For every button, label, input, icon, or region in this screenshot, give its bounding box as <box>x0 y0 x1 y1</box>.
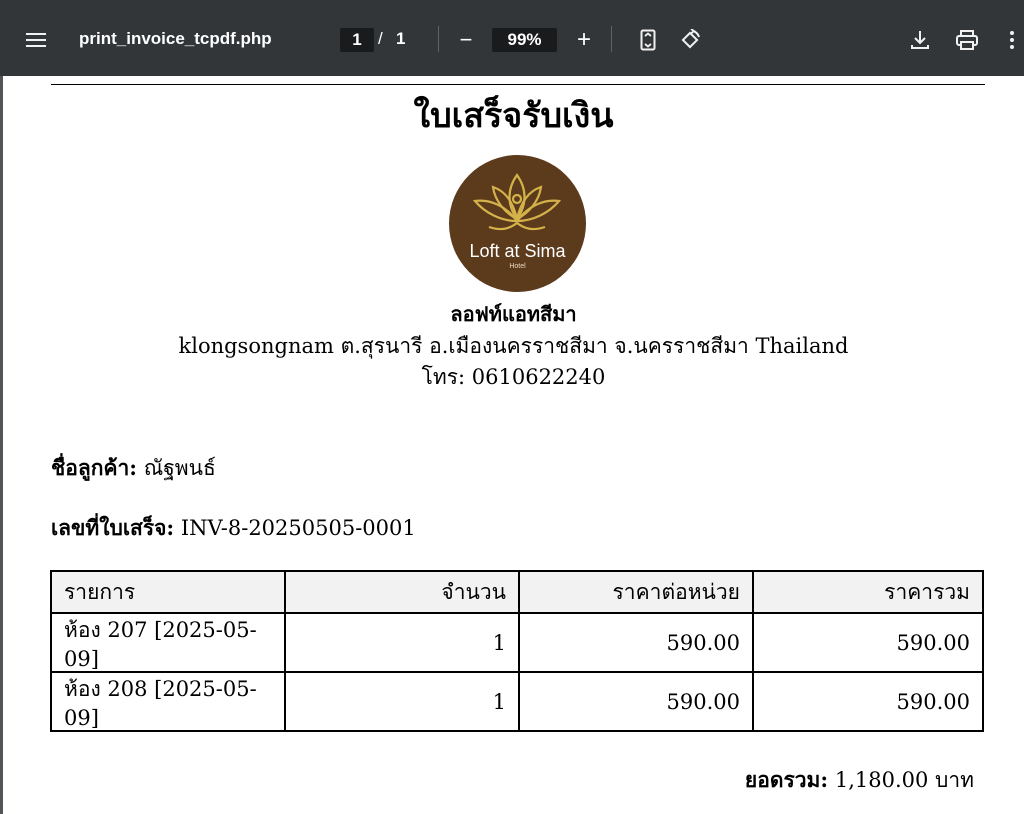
customer-label: ชื่อลูกค้า: <box>51 455 138 480</box>
receipt-title: ใบเสร็จรับเงิน <box>413 96 614 136</box>
cell-total: 590.00 <box>752 671 984 732</box>
cell-item: ห้อง 207 [2025-05-09] <box>50 612 286 673</box>
cell-quantity: 1 <box>284 671 520 732</box>
invoice-number: INV-8-20250505-0001 <box>180 516 416 540</box>
zoom-level-input[interactable]: 99% <box>492 28 557 52</box>
invoice-line: เลขที่ใบเสร็จ: INV-8-20250505-0001 <box>51 512 416 545</box>
table-header-row: รายการ จำนวน ราคาต่อหน่วย ราคารวม <box>50 570 984 614</box>
lotus-icon <box>472 173 562 231</box>
document-filename: print_invoice_tcpdf.php <box>79 29 272 48</box>
column-header-total: ราคารวม <box>752 570 984 614</box>
logo-wordmark: Loft at Sima <box>469 241 566 261</box>
plus-icon: + <box>576 26 591 53</box>
table-row: ห้อง 207 [2025-05-09] 1 590.00 590.00 <box>50 612 984 673</box>
table-row: ห้อง 208 [2025-05-09] 1 590.00 590.00 <box>50 671 984 732</box>
pdf-page: ใบเสร็จรับเงิน Loft at Sima Hotel ลอฟท์แ… <box>3 76 1024 814</box>
zoom-in-button[interactable]: + <box>570 26 598 54</box>
header-rule <box>51 84 985 85</box>
toolbar-divider <box>611 26 612 52</box>
customer-line: ชื่อลูกค้า: ณัฐพนธ์ <box>51 452 216 485</box>
cell-unit-price: 590.00 <box>518 612 754 673</box>
column-header-unit-price: ราคาต่อหน่วย <box>518 570 754 614</box>
customer-name: ณัฐพนธ์ <box>143 456 216 480</box>
grand-total: ยอดรวม: 1,180.00 บาท <box>745 764 974 797</box>
items-table: รายการ จำนวน ราคาต่อหน่วย ราคารวม ห้อง 2… <box>50 570 984 732</box>
download-icon[interactable] <box>906 26 934 54</box>
hotel-logo: Loft at Sima Hotel <box>449 155 586 292</box>
more-vert-icon[interactable] <box>1002 26 1022 54</box>
page-total: 1 <box>396 29 406 48</box>
company-address: klongsongnam ต.สุรนารี อ.เมืองนครราชสีมา… <box>178 334 849 358</box>
page-separator: / <box>378 29 383 48</box>
cell-total: 590.00 <box>752 612 984 673</box>
total-label: ยอดรวม: <box>744 767 829 792</box>
toolbar-divider <box>438 26 439 52</box>
logo-subtitle: Hotel <box>509 263 526 270</box>
column-header-item: รายการ <box>50 570 286 614</box>
invoice-label: เลขที่ใบเสร็จ: <box>51 515 175 540</box>
company-name: ลอฟท์แอทสีมา <box>450 302 577 326</box>
cell-unit-price: 590.00 <box>518 671 754 732</box>
fit-page-icon[interactable] <box>634 26 662 54</box>
column-header-quantity: จำนวน <box>284 570 520 614</box>
pdf-toolbar: print_invoice_tcpdf.php 1 / 1 − 99% + <box>0 0 1024 76</box>
pdf-viewer[interactable]: ใบเสร็จรับเงิน Loft at Sima Hotel ลอฟท์แ… <box>0 76 1024 814</box>
rotate-icon[interactable] <box>676 26 704 54</box>
cell-item: ห้อง 208 [2025-05-09] <box>50 671 286 732</box>
menu-icon[interactable] <box>22 26 50 54</box>
page-number-input[interactable]: 1 <box>340 28 374 52</box>
zoom-out-button[interactable]: − <box>452 26 480 54</box>
cell-quantity: 1 <box>284 612 520 673</box>
company-phone: โทร: 0610622240 <box>421 365 606 389</box>
total-value: 1,180.00 บาท <box>834 768 974 792</box>
minus-icon: − <box>459 27 473 52</box>
print-icon[interactable] <box>953 26 981 54</box>
